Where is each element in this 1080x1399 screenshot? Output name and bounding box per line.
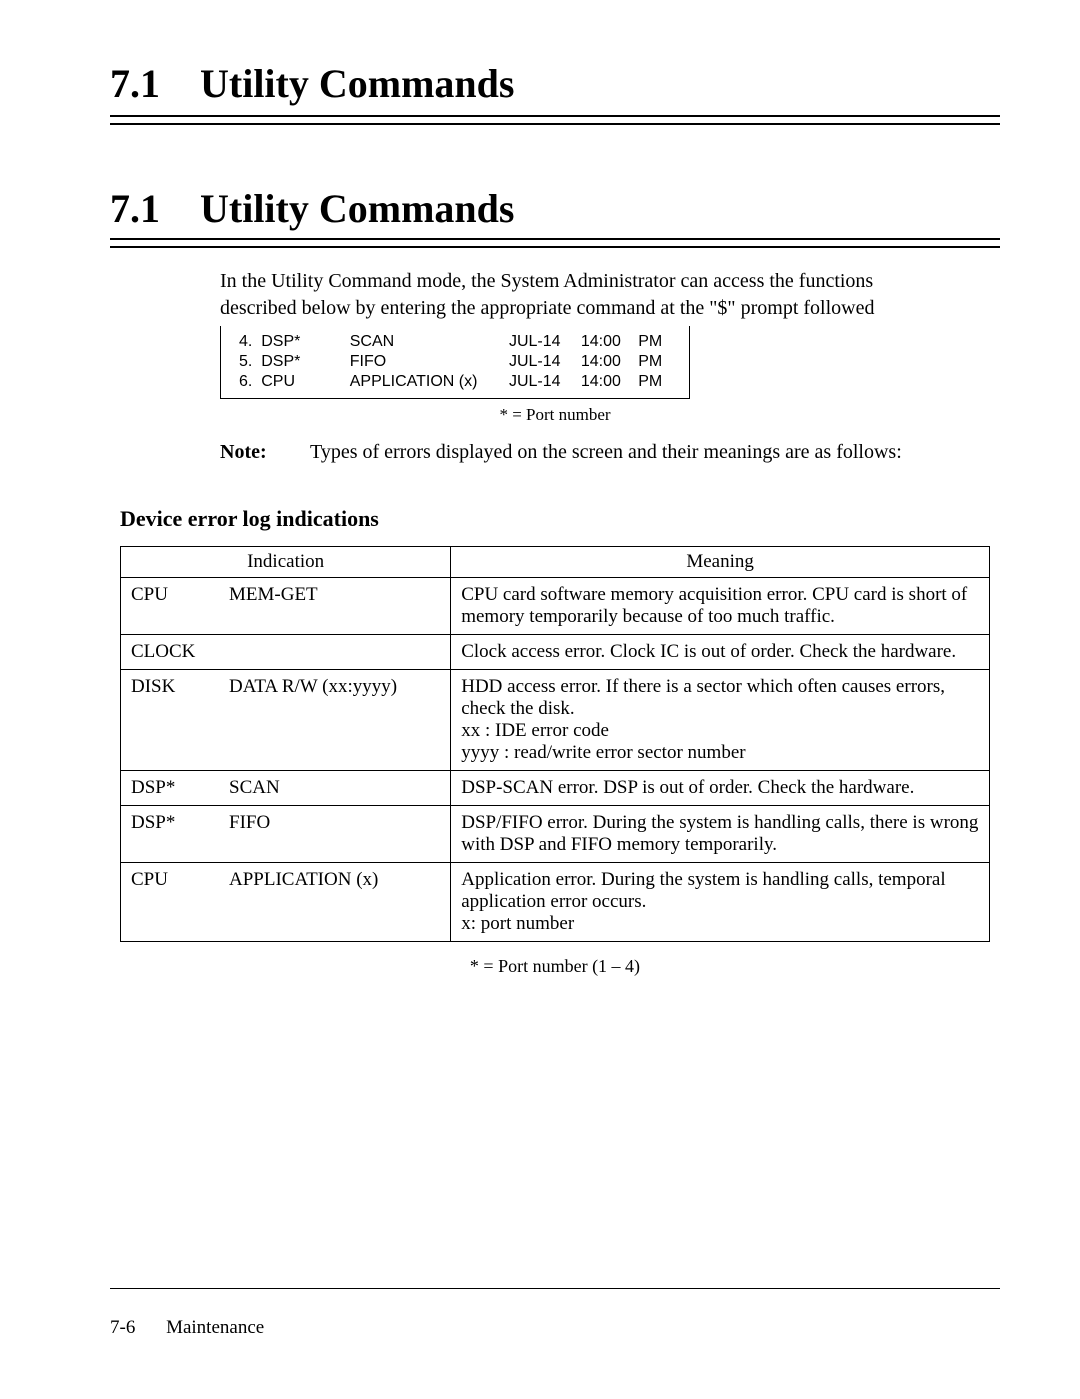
top-heading-block: 7.1 Utility Commands bbox=[110, 60, 1000, 125]
err-meaning: DSP/FIFO error. During the system is han… bbox=[451, 806, 990, 863]
err-device: CPU bbox=[131, 869, 211, 891]
list-item: 4. DSP* SCAN JUL-14 14:00 PM bbox=[239, 332, 677, 352]
list-ampm: PM bbox=[638, 373, 677, 391]
list-item: 5. DSP* FIFO JUL-14 14:00 PM bbox=[239, 352, 677, 372]
table-row: DSP* SCAN DSP-SCAN error. DSP is out of o… bbox=[121, 771, 990, 806]
err-indication: SCAN bbox=[229, 777, 280, 799]
section-title: Utility Commands bbox=[200, 185, 514, 232]
footer-section: Maintenance bbox=[166, 1317, 264, 1338]
list-indication: APPLICATION (x) bbox=[350, 373, 505, 391]
intro-paragraph: In the Utility Command mode, the System … bbox=[220, 268, 1000, 322]
error-table: Indication Meaning CPU MEM-GET CPU card s… bbox=[120, 546, 990, 942]
list-num: 5. bbox=[239, 353, 252, 370]
table-row: DISK DATA R/W (xx:yyyy) HDD access error.… bbox=[121, 670, 990, 771]
list-device: CPU bbox=[261, 373, 295, 390]
table-row: CPU APPLICATION (x) Application error. Du… bbox=[121, 863, 990, 942]
err-meaning: DSP-SCAN error. DSP is out of order. Che… bbox=[451, 771, 990, 806]
err-device: DSP* bbox=[131, 777, 211, 799]
page-number: 7-6 bbox=[110, 1317, 135, 1338]
list-time: 14:00 bbox=[581, 373, 634, 391]
list-indication: SCAN bbox=[350, 333, 505, 351]
list-ampm: PM bbox=[638, 333, 677, 351]
section-number: 7.1 bbox=[110, 185, 160, 232]
err-indication: FIFO bbox=[229, 812, 270, 834]
list-ampm: PM bbox=[638, 353, 677, 371]
table-header-meaning: Meaning bbox=[451, 547, 990, 578]
table-row: CPU MEM-GET CPU card software memory acqu… bbox=[121, 578, 990, 635]
err-device: CPU bbox=[131, 584, 211, 606]
list-date: JUL-14 bbox=[509, 353, 577, 371]
error-table-heading: Device error log indications bbox=[120, 506, 1000, 532]
note-text: Types of errors displayed on the screen … bbox=[310, 439, 1000, 466]
intro-line: In the Utility Command mode, the System … bbox=[220, 270, 873, 292]
err-meaning: Clock access error. Clock IC is out of o… bbox=[451, 635, 990, 670]
table-row: CLOCK Clock access error. Clock IC is ou… bbox=[121, 635, 990, 670]
err-device: DSP* bbox=[131, 812, 211, 834]
list-date: JUL-14 bbox=[509, 333, 577, 351]
port-caption: * = Port number bbox=[110, 405, 1000, 425]
section-number: 7.1 bbox=[110, 60, 160, 107]
intro-line: described below by entering the appropri… bbox=[220, 297, 874, 319]
err-device: CLOCK bbox=[131, 641, 211, 663]
err-indication: APPLICATION (x) bbox=[229, 869, 378, 891]
list-item: 6. CPU APPLICATION (x) JUL-14 14:00 PM bbox=[239, 372, 677, 392]
log-list-box: 4. DSP* SCAN JUL-14 14:00 PM 5. DSP* FIF… bbox=[220, 326, 690, 399]
heading-rule bbox=[110, 115, 1000, 125]
note-block: Note: Types of errors displayed on the s… bbox=[220, 439, 1000, 466]
mid-heading: 7.1 Utility Commands bbox=[110, 185, 1000, 232]
note-label: Note: bbox=[220, 439, 310, 466]
section-title: Utility Commands bbox=[200, 60, 514, 107]
table-row: DSP* FIFO DSP/FIFO error. During the syst… bbox=[121, 806, 990, 863]
heading-rule bbox=[110, 238, 1000, 248]
list-num: 6. bbox=[239, 373, 252, 390]
list-date: JUL-14 bbox=[509, 373, 577, 391]
footer: 7-6 Maintenance bbox=[110, 1317, 264, 1339]
list-time: 14:00 bbox=[581, 333, 634, 351]
list-device: DSP* bbox=[261, 333, 300, 350]
err-device: DISK bbox=[131, 676, 211, 698]
table-header-indication: Indication bbox=[121, 547, 451, 578]
list-num: 4. bbox=[239, 333, 252, 350]
list-time: 14:00 bbox=[581, 353, 634, 371]
err-indication: DATA R/W (xx:yyyy) bbox=[229, 676, 397, 698]
err-meaning: CPU card software memory acquisition err… bbox=[451, 578, 990, 635]
list-indication: FIFO bbox=[350, 353, 505, 371]
list-device: DSP* bbox=[261, 353, 300, 370]
port-caption: * = Port number (1 – 4) bbox=[110, 956, 1000, 977]
err-indication: MEM-GET bbox=[229, 584, 318, 606]
footer-rule bbox=[110, 1288, 1000, 1289]
err-meaning: HDD access error. If there is a sector w… bbox=[451, 670, 990, 771]
err-meaning: Application error. During the system is … bbox=[451, 863, 990, 942]
